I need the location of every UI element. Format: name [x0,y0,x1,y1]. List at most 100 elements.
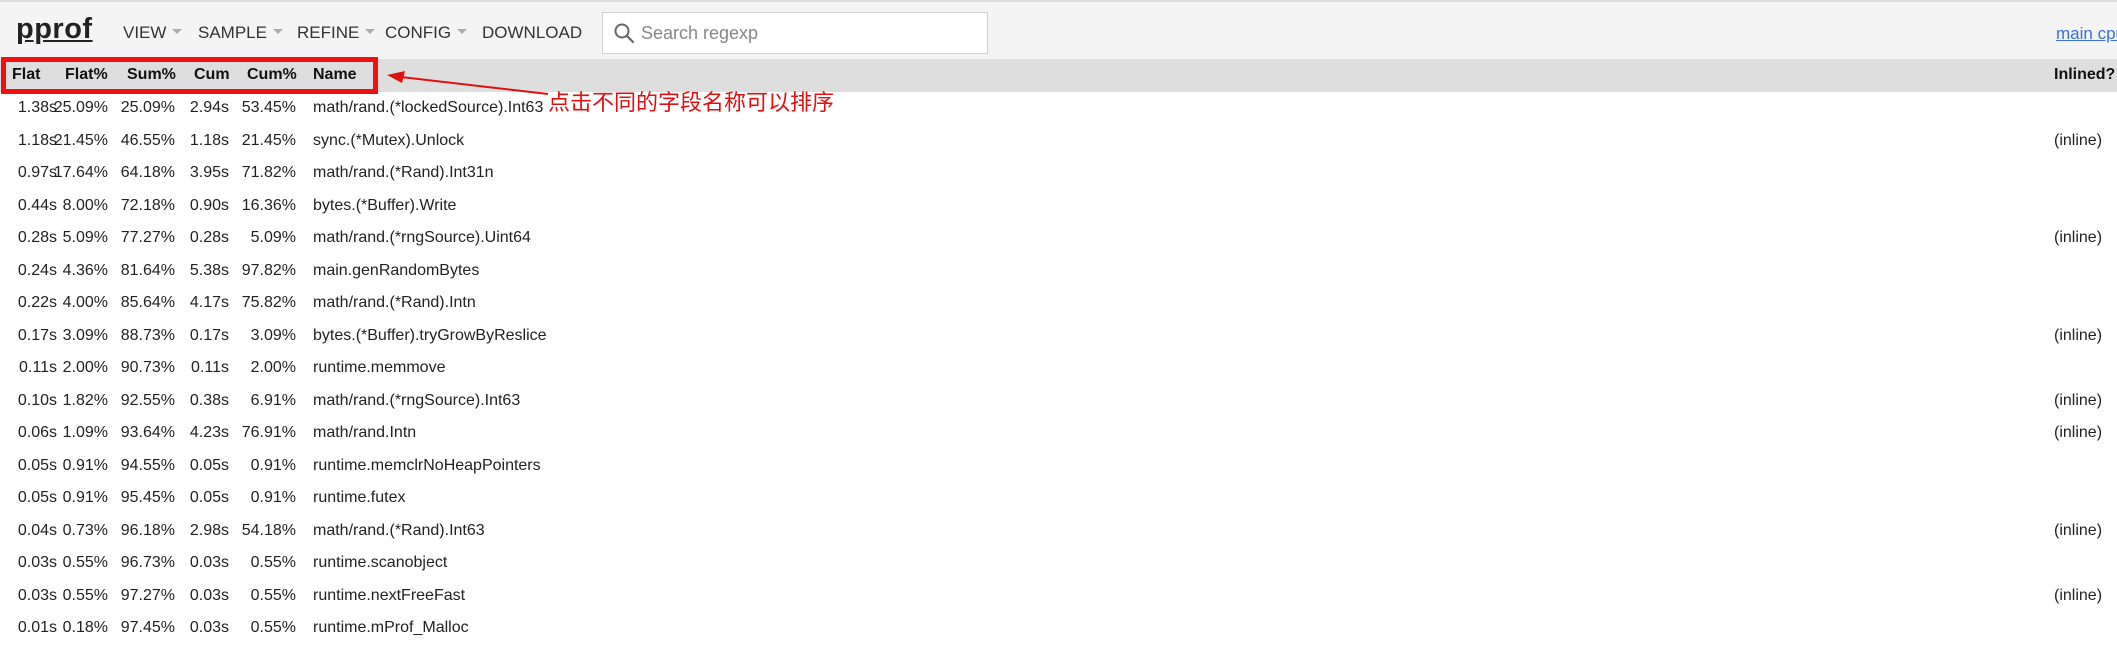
app-title[interactable]: pprof [16,13,93,46]
cell-flat-percent: 17.64% [53,164,108,181]
menu-config[interactable]: CONFIG [385,23,468,43]
cell-cum-percent: 21.45% [241,131,296,149]
menu-view[interactable]: VIEW [123,23,183,43]
cell-sum-percent: 90.73% [120,359,175,376]
cell-inlined: (inline) [2054,521,2103,539]
cell-function-name[interactable]: runtime.memmove [313,359,445,377]
table-row[interactable]: 0.05s 0.91% 95.45% 0.05s 0.91% runtime.futex [0,483,2117,515]
table-row[interactable]: 0.01s 0.18% 97.45% 0.03s 0.55% runtime.mProf_… [0,613,2117,645]
menu-sample-label: SAMPLE [198,23,267,42]
cell-cum: 0.05s [189,489,229,506]
table-row[interactable]: 0.22s 4.00% 85.64% 4.17s 75.82% math/rand.(*R… [0,288,2117,320]
cell-function-name[interactable]: bytes.(*Buffer).Write [313,197,456,215]
cell-cum: 4.23s [189,424,229,441]
cell-cum-percent: 6.91% [250,391,296,409]
cell-cum: 0.03s [189,619,229,636]
cell-flat: 0.05s [17,456,57,474]
cell-cum: 0.05s [189,456,229,474]
search-input[interactable] [639,13,979,53]
table-row[interactable]: 0.11s 2.00% 90.73% 0.11s 2.00% runtime.memmov… [0,353,2117,385]
cell-function-name[interactable]: runtime.scanobject [313,554,447,572]
cell-cum: 4.17s [189,294,229,311]
cell-cum: 3.95s [189,164,229,181]
cell-cum-percent: 97.82% [241,261,296,279]
table-row[interactable]: 0.10s 1.82% 92.55% 0.38s 6.91% math/rand.(*rn… [0,386,2117,418]
cell-function-name[interactable]: runtime.memclrNoHeapPointers [313,457,541,475]
cell-sum-percent: 93.64% [120,424,175,441]
menu-refine-label: REFINE [297,23,360,42]
cell-function-name[interactable]: runtime.mProf_Malloc [313,619,469,637]
cell-function-name[interactable]: math/rand.(*lockedSource).Int63 [313,99,543,117]
cell-flat: 1.38s [17,99,57,116]
cell-flat: 0.24s [17,261,57,279]
cell-flat: 0.11s [19,359,57,376]
cell-flat: 0.05s [17,489,57,506]
cell-function-name[interactable]: math/rand.(*rngSource).Int63 [313,392,520,410]
cell-cum: 0.03s [189,554,229,571]
search-box[interactable] [602,12,988,54]
chevron-down-icon [172,29,183,35]
cell-inlined: (inline) [2054,424,2103,441]
cell-function-name[interactable]: bytes.(*Buffer).tryGrowByReslice [313,327,547,345]
table-row[interactable]: 0.17s 3.09% 88.73% 0.17s 3.09% bytes.(*Buffer… [0,321,2117,353]
cell-cum-percent: 2.00% [250,359,296,376]
menu-download[interactable]: DOWNLOAD [482,23,582,43]
cell-inlined: (inline) [2054,326,2103,344]
cell-cum: 2.98s [189,521,229,539]
cell-cum-percent: 16.36% [241,196,296,214]
table-row[interactable]: 0.03s 0.55% 96.73% 0.03s 0.55% runtime.scanob… [0,548,2117,580]
cell-flat: 0.97s [17,164,57,181]
menu-download-label: DOWNLOAD [482,23,583,42]
cell-function-name[interactable]: math/rand.(*Rand).Intn [313,294,476,312]
cell-function-name[interactable]: math/rand.Intn [313,424,416,442]
cell-function-name[interactable]: math/rand.(*rngSource).Uint64 [313,229,531,247]
table-row[interactable]: 0.06s 1.09% 93.64% 4.23s 76.91% math/rand.Int… [0,418,2117,450]
cell-flat: 0.22s [17,294,57,311]
profile-name-link[interactable]: main cpu [2056,24,2117,44]
column-header-inlined[interactable]: Inlined? [2054,66,2115,84]
table-row[interactable]: 0.04s 0.73% 96.18% 2.98s 54.18% math/rand.(*R… [0,516,2117,548]
table-row[interactable]: 1.18s 21.45% 46.55% 1.18s 21.45% sync.(*Mutex… [0,126,2117,158]
cell-sum-percent: 97.45% [120,619,175,636]
menu-config-label: CONFIG [385,23,452,42]
cell-cum-percent: 75.82% [241,294,296,311]
cell-function-name[interactable]: main.genRandomBytes [313,262,479,280]
cell-cum-percent: 76.91% [241,424,296,441]
cell-function-name[interactable]: math/rand.(*Rand).Int31n [313,164,494,182]
table-row[interactable]: 0.05s 0.91% 94.55% 0.05s 0.91% runtime.memclr… [0,451,2117,483]
cell-cum: 0.03s [189,586,229,604]
table-row[interactable]: 0.03s 0.55% 97.27% 0.03s 0.55% runtime.nextFr… [0,581,2117,613]
cell-flat-percent: 0.55% [62,554,108,571]
cell-flat-percent: 1.09% [62,424,108,441]
cell-cum-percent: 0.91% [250,489,296,506]
cell-function-name[interactable]: runtime.futex [313,489,405,507]
cell-function-name[interactable]: sync.(*Mutex).Unlock [313,132,464,150]
cell-inlined: (inline) [2054,229,2103,246]
cell-function-name[interactable]: runtime.nextFreeFast [313,587,465,605]
cell-sum-percent: 72.18% [120,196,175,214]
menu-sample[interactable]: SAMPLE [198,23,283,43]
cell-flat-percent: 0.18% [62,619,108,636]
search-icon [614,23,635,44]
cell-function-name[interactable]: math/rand.(*Rand).Int63 [313,522,485,540]
cell-sum-percent: 85.64% [120,294,175,311]
cell-flat: 0.44s [17,196,57,214]
cell-sum-percent: 95.45% [120,489,175,506]
table-row[interactable]: 0.28s 5.09% 77.27% 0.28s 5.09% math/rand.(*rn… [0,223,2117,255]
cell-flat-percent: 4.00% [62,294,108,311]
cell-cum-percent: 53.45% [241,99,296,116]
cell-flat: 0.17s [17,326,57,344]
chevron-down-icon [365,29,376,35]
menu-refine[interactable]: REFINE [297,23,376,43]
table-row[interactable]: 0.24s 4.36% 81.64% 5.38s 97.82% main.genRando… [0,256,2117,288]
table-row[interactable]: 1.38s 25.09% 25.09% 2.94s 53.45% math/rand.(*… [0,93,2117,125]
cell-cum: 0.28s [189,229,229,246]
cell-flat: 0.03s [17,586,57,604]
table-row[interactable]: 0.44s 8.00% 72.18% 0.90s 16.36% bytes.(*Buffe… [0,191,2117,223]
chevron-down-icon [457,29,468,35]
table-row[interactable]: 0.97s 17.64% 64.18% 3.95s 71.82% math/rand.(*… [0,158,2117,190]
cell-flat-percent: 4.36% [62,261,108,279]
cell-flat: 0.06s [17,424,57,441]
cell-inlined: (inline) [2054,586,2103,604]
column-headers-highlight [1,57,378,94]
